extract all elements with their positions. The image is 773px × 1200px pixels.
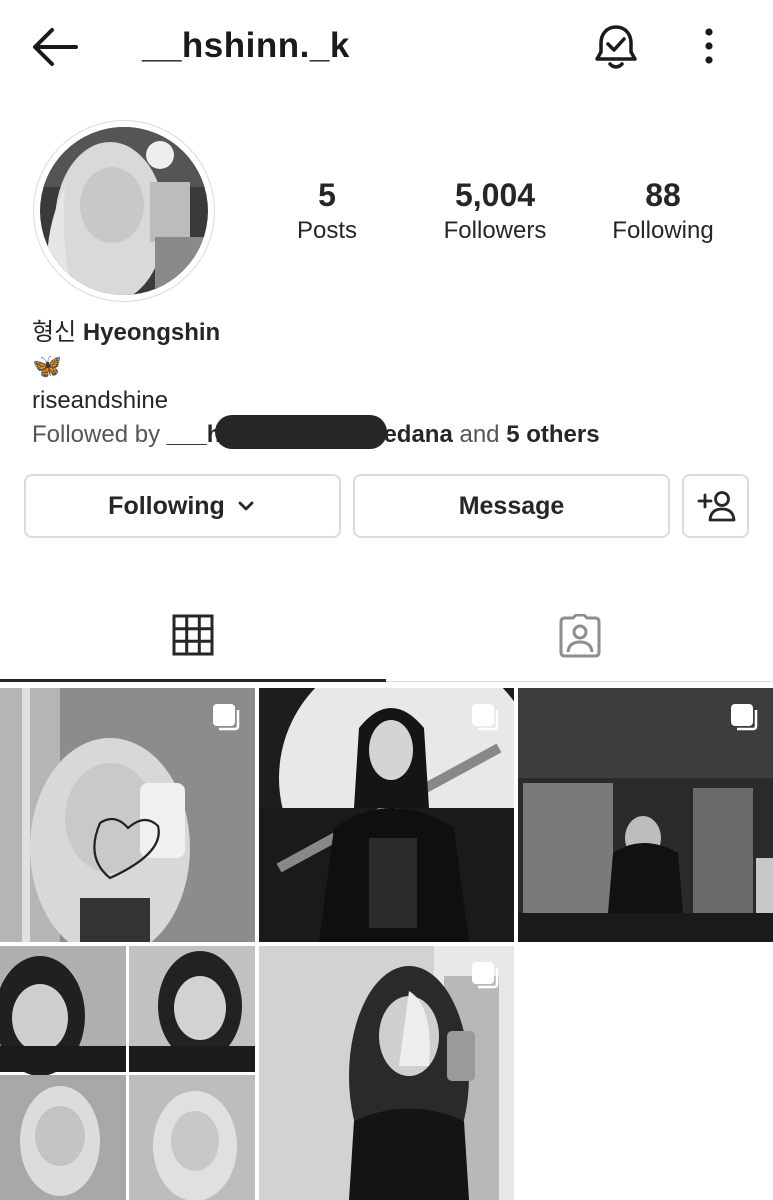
followers-label: Followers (443, 217, 547, 244)
following-count: 88 (645, 177, 681, 213)
carousel-icon (472, 962, 499, 989)
followed-user-end[interactable]: edana (383, 421, 452, 448)
message-button[interactable]: Message (353, 474, 670, 538)
stat-followers[interactable]: 5,004 Followers (420, 176, 570, 248)
following-label: Following (612, 217, 714, 244)
post-tile-3[interactable] (518, 688, 773, 942)
bio-emoji: 🦋 (32, 353, 62, 380)
profile-name: 형신 Hyeongshin (32, 318, 220, 348)
top-bar: __hshinn._k (0, 0, 773, 95)
chevron-down-icon (238, 501, 254, 511)
post-tile-4[interactable] (0, 946, 255, 1200)
message-button-label: Message (458, 491, 565, 520)
suggest-people-button[interactable] (682, 474, 749, 538)
tab-posts-grid[interactable] (0, 590, 386, 680)
posts-count: 5 (318, 177, 336, 213)
redaction-bar (215, 414, 388, 449)
stat-posts[interactable]: 5 Posts (252, 176, 402, 248)
avatar[interactable] (40, 127, 208, 295)
name-english: Hyeongshin (82, 319, 221, 346)
followed-prefix: Followed by (32, 421, 161, 448)
active-tab-indicator (0, 679, 386, 682)
post-tile-1[interactable] (0, 688, 255, 942)
name-korean: 형신 (32, 319, 77, 346)
more-vertical-icon (705, 28, 713, 64)
tagged-person-icon (559, 614, 601, 658)
tab-tagged[interactable] (387, 590, 773, 680)
grid-icon (172, 614, 214, 656)
followed-others[interactable]: 5 others (506, 421, 599, 448)
followed-by[interactable]: Followed by ___h edana and 5 others (32, 414, 600, 451)
posts-label: Posts (296, 217, 358, 244)
followers-count: 5,004 (454, 177, 536, 213)
carousel-icon (731, 704, 758, 731)
following-button-label: Following (108, 491, 225, 520)
post-tile-2[interactable] (259, 688, 514, 942)
followed-and: and (459, 421, 500, 448)
carousel-icon (472, 704, 499, 731)
more-options-button[interactable] (694, 26, 724, 66)
add-person-icon (697, 491, 735, 522)
bio-text: riseandshine (32, 387, 169, 414)
arrow-left-icon (33, 28, 78, 66)
bell-check-icon (595, 25, 637, 69)
post-tile-5[interactable] (259, 946, 514, 1200)
profile-tabs (0, 590, 773, 686)
stat-following[interactable]: 88 Following (588, 176, 738, 248)
following-button[interactable]: Following (24, 474, 341, 538)
notifications-button[interactable] (592, 22, 640, 72)
profile-username: __hshinn._k (142, 26, 350, 65)
carousel-icon (213, 704, 240, 731)
followed-user-start[interactable]: ___h (167, 421, 222, 448)
back-button[interactable] (30, 24, 82, 70)
